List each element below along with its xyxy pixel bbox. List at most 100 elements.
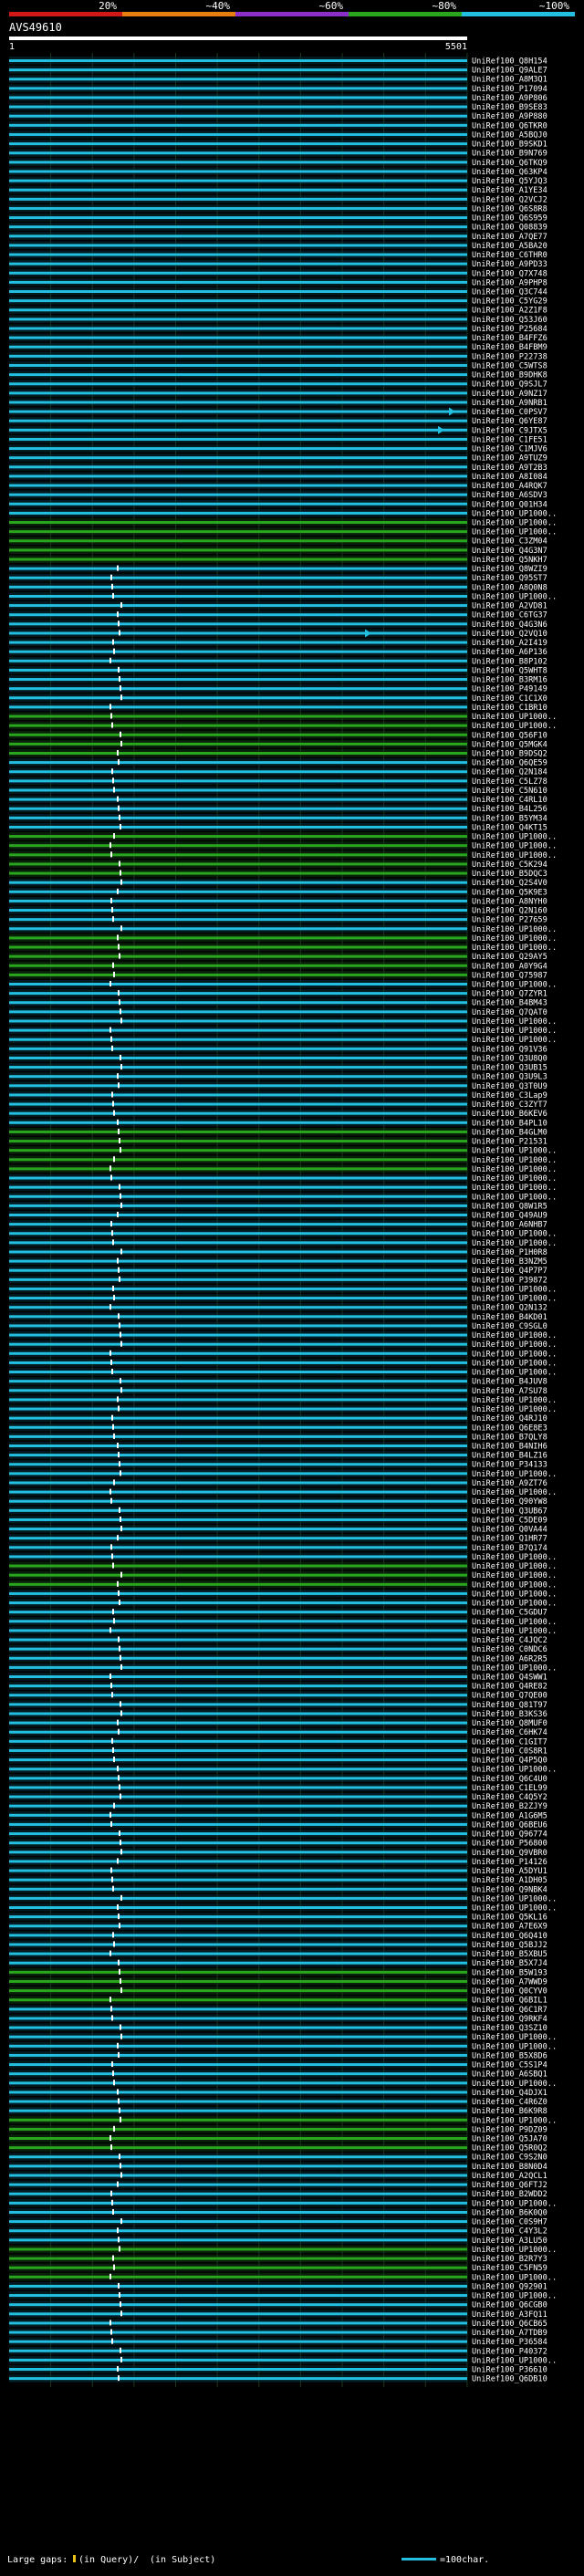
- alignment-bar[interactable]: [9, 2044, 467, 2048]
- alignment-bar[interactable]: [9, 1998, 467, 2002]
- alignment-bar[interactable]: [9, 1204, 467, 1207]
- alignment-bar[interactable]: [9, 1056, 467, 1059]
- alignment-bar[interactable]: [9, 290, 467, 293]
- alignment-bar[interactable]: [9, 1822, 467, 1826]
- subject-label[interactable]: UniRef100_Q90YW8: [472, 1497, 548, 1507]
- subject-label[interactable]: UniRef100_UP1000..: [472, 1017, 557, 1027]
- subject-label[interactable]: UniRef100_UP1000..: [472, 1295, 557, 1304]
- subject-label[interactable]: UniRef100_UP1000..: [472, 1165, 557, 1174]
- subject-label[interactable]: UniRef100_UP1000..: [472, 1230, 557, 1239]
- subject-label[interactable]: UniRef100_UP1000..: [472, 1590, 557, 1599]
- subject-label[interactable]: UniRef100_UP1000..: [472, 1369, 557, 1378]
- alignment-bar[interactable]: [9, 1841, 467, 1845]
- alignment-bar[interactable]: [9, 428, 467, 432]
- subject-label[interactable]: UniRef100_B2R7Y3: [472, 2255, 548, 2264]
- subject-label[interactable]: UniRef100_Q53J60: [472, 316, 548, 325]
- subject-label[interactable]: UniRef100_UP1000..: [472, 2033, 557, 2042]
- alignment-bar[interactable]: [9, 410, 467, 413]
- subject-label[interactable]: UniRef100_Q92901: [472, 2282, 548, 2291]
- alignment-bar[interactable]: [9, 1528, 467, 1531]
- subject-label[interactable]: UniRef100_Q4P5Q0: [472, 1757, 548, 1766]
- alignment-bar[interactable]: [9, 936, 467, 940]
- subject-label[interactable]: UniRef100_UP1000..: [472, 2356, 557, 2365]
- subject-label[interactable]: UniRef100_Q29AY5: [472, 953, 548, 962]
- subject-label[interactable]: UniRef100_C9S2N0: [472, 2154, 548, 2163]
- subject-label[interactable]: UniRef100_UP1000..: [472, 934, 557, 944]
- alignment-bar[interactable]: [9, 2294, 467, 2298]
- alignment-bar[interactable]: [9, 1463, 467, 1466]
- subject-label[interactable]: UniRef100_A4RQK7: [472, 482, 548, 491]
- alignment-bar[interactable]: [9, 1860, 467, 1863]
- alignment-bar[interactable]: [9, 299, 467, 303]
- subject-label[interactable]: UniRef100_B4L256: [472, 805, 548, 814]
- alignment-bar[interactable]: [9, 576, 467, 579]
- alignment-bar[interactable]: [9, 761, 467, 765]
- alignment-bar[interactable]: [9, 825, 467, 829]
- subject-label[interactable]: UniRef100_Q6DB10: [472, 2375, 548, 2384]
- alignment-bar[interactable]: [9, 788, 467, 792]
- alignment-bar[interactable]: [9, 2137, 467, 2140]
- alignment-bar[interactable]: [9, 678, 467, 682]
- subject-label[interactable]: UniRef100_UP1000..: [472, 1571, 557, 1580]
- alignment-bar[interactable]: [9, 1786, 467, 1789]
- alignment-bar[interactable]: [9, 2238, 467, 2242]
- subject-label[interactable]: UniRef100_Q01H34: [472, 500, 548, 509]
- subject-label[interactable]: UniRef100_Q7ZYR1: [472, 990, 548, 999]
- alignment-bar[interactable]: [9, 2081, 467, 2085]
- alignment-bar[interactable]: [9, 2210, 467, 2214]
- alignment-bar[interactable]: [9, 1777, 467, 1780]
- alignment-bar[interactable]: [9, 1739, 467, 1743]
- alignment-bar[interactable]: [9, 1194, 467, 1198]
- alignment-bar[interactable]: [9, 1934, 467, 1937]
- alignment-bar[interactable]: [9, 613, 467, 617]
- subject-label[interactable]: UniRef100_UP1000..: [472, 1147, 557, 1156]
- subject-label[interactable]: UniRef100_A2I419: [472, 639, 548, 648]
- subject-label[interactable]: UniRef100_A8I084: [472, 473, 548, 482]
- alignment-bar[interactable]: [9, 1665, 467, 1669]
- subject-label[interactable]: UniRef100_Q3U8Q0: [472, 1054, 548, 1063]
- subject-label[interactable]: UniRef100_C5DE09: [472, 1516, 548, 1525]
- alignment-bar[interactable]: [9, 1804, 467, 1808]
- alignment-bar[interactable]: [9, 1601, 467, 1605]
- alignment-bar[interactable]: [9, 475, 467, 478]
- alignment-bar[interactable]: [9, 354, 467, 358]
- subject-label[interactable]: UniRef100_UP1000..: [472, 2116, 557, 2125]
- subject-label[interactable]: UniRef100_C5K294: [472, 860, 548, 870]
- subject-label[interactable]: UniRef100_UP1000..: [472, 509, 557, 518]
- subject-label[interactable]: UniRef100_Q8H154: [472, 57, 548, 67]
- subject-label[interactable]: UniRef100_A9P806: [472, 94, 548, 103]
- subject-label[interactable]: UniRef100_A9NZ17: [472, 390, 548, 399]
- alignment-bar[interactable]: [9, 2275, 467, 2279]
- alignment-bar[interactable]: [9, 2072, 467, 2076]
- alignment-bar[interactable]: [9, 1454, 467, 1457]
- alignment-bar[interactable]: [9, 2183, 467, 2186]
- alignment-bar[interactable]: [9, 1361, 467, 1364]
- subject-label[interactable]: UniRef100_Q6YE87: [472, 417, 548, 426]
- alignment-bar[interactable]: [9, 2229, 467, 2233]
- alignment-bar[interactable]: [9, 2063, 467, 2067]
- alignment-bar[interactable]: [9, 170, 467, 173]
- alignment-bar[interactable]: [9, 1259, 467, 1263]
- alignment-bar[interactable]: [9, 770, 467, 774]
- subject-label[interactable]: UniRef100_B7QLY8: [472, 1433, 548, 1442]
- subject-label[interactable]: UniRef100_B4FFZ6: [472, 334, 548, 343]
- subject-label[interactable]: UniRef100_B3KS36: [472, 1710, 548, 1719]
- subject-label[interactable]: UniRef100_Q9NBK4: [472, 1885, 548, 1894]
- subject-label[interactable]: UniRef100_UP1000..: [472, 1562, 557, 1571]
- subject-label[interactable]: UniRef100_UP1000..: [472, 1580, 557, 1590]
- subject-label[interactable]: UniRef100_Q2N160: [472, 907, 548, 916]
- subject-label[interactable]: UniRef100_P27659: [472, 916, 548, 925]
- subject-label[interactable]: UniRef100_B2WDD2: [472, 2190, 548, 2199]
- subject-label[interactable]: UniRef100_C4Q5Y2: [472, 1793, 548, 1802]
- subject-label[interactable]: UniRef100_B6KEV6: [472, 1110, 548, 1119]
- subject-label[interactable]: UniRef100_B4JUV8: [472, 1378, 548, 1387]
- subject-label[interactable]: UniRef100_Q2S4V0: [472, 879, 548, 888]
- subject-label[interactable]: UniRef100_Q3SZ10: [472, 2024, 548, 2033]
- subject-label[interactable]: UniRef100_UP1000..: [472, 2080, 557, 2089]
- subject-label[interactable]: UniRef100_P14126: [472, 1858, 548, 1867]
- alignment-bar[interactable]: [9, 1906, 467, 1909]
- subject-label[interactable]: UniRef100_UP1000..: [472, 713, 557, 722]
- alignment-bar[interactable]: [9, 918, 467, 922]
- subject-label[interactable]: UniRef100_Q0CYV0: [472, 1987, 548, 1997]
- alignment-bar[interactable]: [9, 1010, 467, 1014]
